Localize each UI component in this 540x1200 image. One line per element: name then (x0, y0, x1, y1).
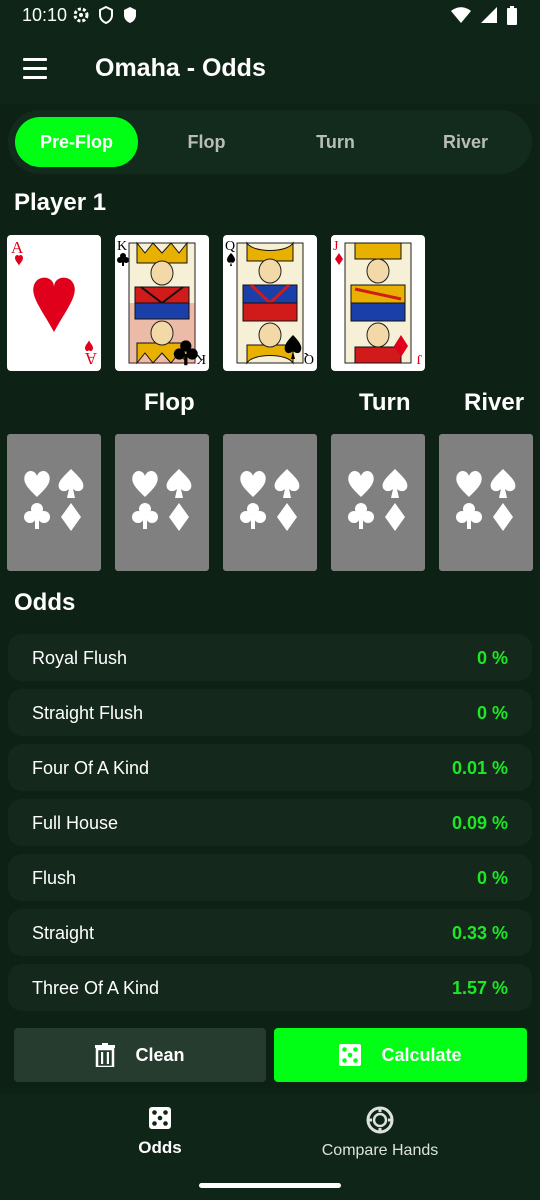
status-bar: 10:10 (0, 0, 540, 34)
hand-name: Royal Flush (32, 648, 128, 668)
dice-icon (149, 1107, 171, 1129)
diamond-icon (335, 253, 343, 265)
tab-flop[interactable]: Flop (145, 117, 268, 167)
status-time: 10:10 (22, 5, 68, 25)
app-bar: Omaha - Odds (0, 34, 540, 104)
hand-name: Straight (32, 923, 95, 943)
stage-tabs: Pre-Flop Flop Turn River (8, 110, 532, 174)
shield-outline-icon (99, 6, 113, 24)
page-title: Omaha - Odds (95, 54, 266, 82)
clean-button[interactable]: Clean (14, 1028, 266, 1082)
flop-card-slot-3[interactable] (223, 434, 317, 571)
turn-card-slot[interactable] (331, 434, 425, 571)
card-rank-bottom: A (84, 349, 97, 368)
calculate-label: Calculate (381, 1044, 462, 1065)
home-indicator[interactable] (199, 1183, 341, 1188)
nav-item-compare-hands[interactable]: Compare Hands (310, 1106, 450, 1160)
card-suits-icon (451, 465, 521, 540)
poker-chip-icon (366, 1106, 394, 1134)
player-card-4[interactable]: J J (331, 235, 425, 371)
nav-item-odds[interactable]: Odds (118, 1106, 202, 1158)
card-rank-top: A (11, 238, 24, 257)
hand-odds: 0 % (476, 703, 508, 723)
card-rank-top: Q (225, 239, 235, 254)
settings-icon (73, 7, 89, 23)
flop-card-slot-2[interactable] (115, 434, 209, 571)
hand-name: Full House (32, 813, 119, 833)
tab-river[interactable]: River (404, 117, 527, 167)
player-card-1[interactable]: A A (7, 235, 101, 371)
card-rank-top: K (117, 239, 127, 254)
river-label: River (464, 389, 525, 416)
player-title: Player 1 (14, 189, 107, 216)
nav-label-odds: Odds (138, 1138, 182, 1157)
hand-odds: 0.09 % (451, 813, 508, 833)
flop-label: Flop (144, 389, 195, 416)
hand-name: Four Of A Kind (32, 758, 150, 778)
odds-row: Four Of A Kind 0.01 % (8, 744, 532, 791)
trash-icon (95, 1043, 116, 1067)
card-suits-icon (19, 465, 89, 540)
dice-icon (339, 1044, 362, 1066)
signal-icon (481, 7, 497, 23)
hand-name: Three Of A Kind (32, 978, 160, 998)
hand-name: Flush (32, 868, 77, 888)
hand-odds: 0.33 % (451, 923, 508, 943)
odds-row: Full House 0.09 % (8, 799, 532, 846)
odds-row: Straight 0.33 % (8, 909, 532, 956)
hand-odds: 0 % (476, 868, 508, 888)
clean-label: Clean (135, 1044, 185, 1065)
odds-row: Royal Flush 0 % (8, 634, 532, 681)
card-rank-bottom: J (416, 351, 422, 366)
calculate-button[interactable]: Calculate (274, 1028, 527, 1082)
club-icon (117, 253, 129, 266)
card-suits-icon (127, 465, 197, 540)
odds-title: Odds (14, 589, 76, 616)
menu-icon[interactable] (20, 56, 52, 82)
odds-row: Three Of A Kind 1.57 % (8, 964, 532, 1011)
card-suits-icon (235, 465, 305, 540)
flop-card-slot-1[interactable] (7, 434, 101, 571)
river-card-slot[interactable] (439, 434, 533, 571)
player-card-3[interactable]: Q Q (223, 235, 317, 371)
card-rank-bottom: Q (304, 351, 314, 366)
hand-name: Straight Flush (32, 703, 144, 723)
card-rank-bottom: K (196, 351, 206, 366)
hand-odds: 1.57 % (451, 978, 508, 998)
turn-label: Turn (359, 389, 411, 416)
battery-icon (507, 6, 517, 25)
hand-odds: 0.01 % (451, 758, 508, 778)
player-card-2[interactable]: K K (115, 235, 209, 371)
odds-list: Royal Flush 0 % Straight Flush 0 % Four … (8, 634, 532, 1012)
nav-label-compare-hands: Compare Hands (321, 1142, 439, 1159)
shield-icon (124, 7, 136, 23)
odds-row: Straight Flush 0 % (8, 689, 532, 736)
card-rank-top: J (333, 239, 339, 254)
card-suits-icon (343, 465, 413, 540)
tab-pre-flop[interactable]: Pre-Flop (15, 117, 138, 167)
tab-turn[interactable]: Turn (274, 117, 397, 167)
wifi-icon (451, 7, 471, 23)
spade-icon (227, 253, 235, 266)
hand-odds: 0 % (476, 648, 508, 668)
odds-row: Flush 0 % (8, 854, 532, 901)
